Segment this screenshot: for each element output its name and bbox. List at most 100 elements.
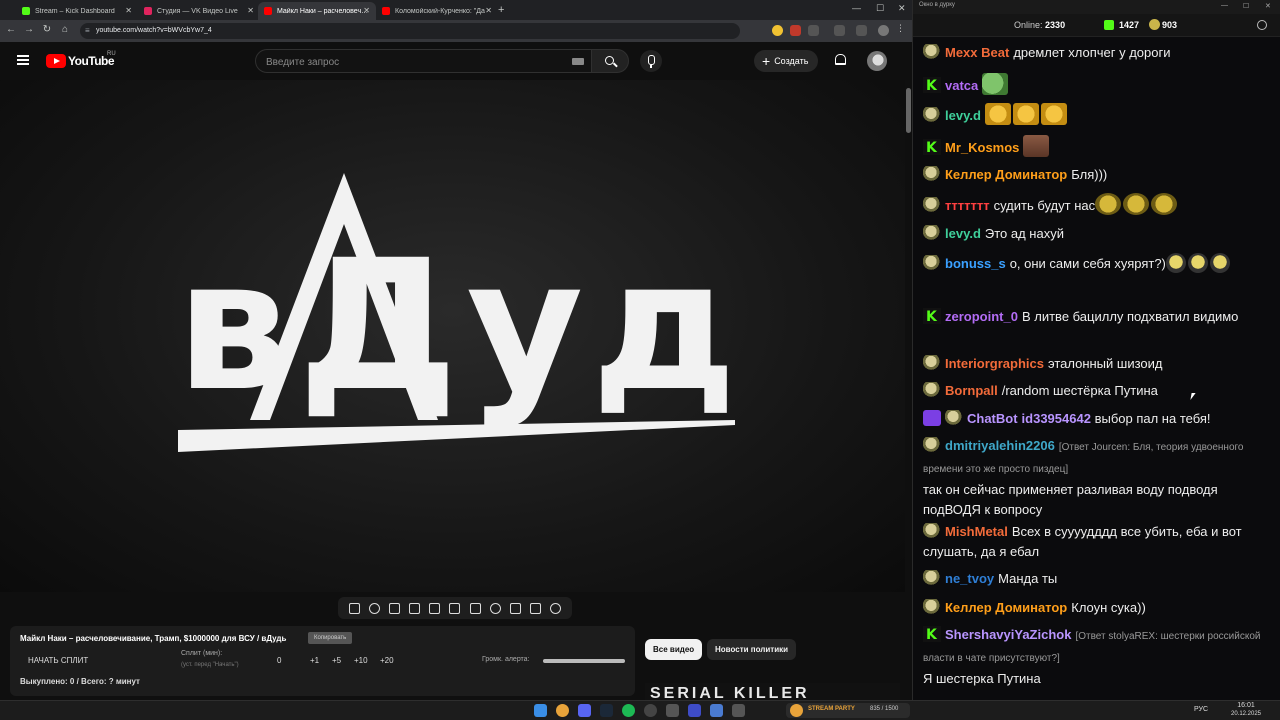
clock-date[interactable]: 20.12.2025	[1226, 711, 1266, 717]
pepe-badge-icon	[923, 107, 941, 123]
keyboard-icon[interactable]	[572, 58, 584, 65]
close-icon[interactable]: ✕	[1265, 2, 1271, 10]
loop-icon[interactable]	[348, 602, 360, 614]
speed-gauge-icon[interactable]	[489, 602, 501, 614]
video-title: Майкл Наки – расчеловечивание, Трамп, $1…	[20, 634, 287, 643]
broadcast-icon[interactable]	[368, 602, 380, 614]
forward-icon[interactable]: →	[22, 24, 36, 35]
input-language[interactable]: РУС	[1194, 706, 1208, 713]
chat-username[interactable]: Bornpall	[945, 383, 998, 398]
minimize-icon[interactable]: —	[1221, 2, 1228, 9]
close-icon[interactable]: ✕	[247, 6, 254, 15]
chip-all-videos[interactable]: Все видео	[645, 639, 703, 660]
add-5-button[interactable]: +5	[332, 656, 341, 665]
new-tab-icon[interactable]: +	[498, 4, 504, 16]
close-icon[interactable]: ✕	[363, 6, 370, 15]
settings-icon[interactable]	[1257, 20, 1267, 30]
reload-icon[interactable]: ↻	[40, 24, 54, 35]
extensions-puzzle-icon[interactable]	[808, 25, 819, 36]
profile-icon[interactable]	[878, 25, 889, 36]
sidepanel-icon[interactable]	[856, 25, 867, 36]
mention[interactable]: id33954642	[1022, 411, 1091, 426]
video-player[interactable]: вДудь	[0, 80, 905, 592]
maximize-icon[interactable]: ☐	[876, 3, 884, 14]
chat-username[interactable]: Келлер Доминатор	[945, 600, 1067, 615]
chat-username[interactable]: levy.d	[945, 108, 981, 123]
avatar[interactable]	[867, 51, 887, 71]
screenshot-camera-icon[interactable]	[530, 602, 542, 614]
chat-username[interactable]: ne_tvoy	[945, 571, 994, 586]
mirror-icon[interactable]	[388, 602, 400, 614]
close-window-icon[interactable]: ✕	[898, 3, 906, 14]
app-icon[interactable]	[688, 704, 701, 717]
discord-icon[interactable]	[578, 704, 591, 717]
create-button[interactable]: + Создать	[754, 50, 819, 72]
add-icon[interactable]	[509, 602, 521, 614]
recommended-thumbnail[interactable]: SERIAL KILLER	[645, 683, 900, 700]
menu-icon[interactable]	[17, 55, 29, 65]
extension-control-bar	[338, 597, 572, 619]
extension-icon[interactable]	[790, 25, 801, 36]
fullscreen-icon[interactable]	[449, 602, 461, 614]
obs-icon[interactable]	[644, 704, 657, 717]
close-icon[interactable]: ✕	[485, 6, 492, 15]
chat-username[interactable]: levy.d	[945, 226, 981, 241]
tab-kick-dashboard[interactable]: Stream – Kick Dashboard ✕	[16, 2, 138, 20]
chat-username[interactable]: dmitriyalehin2206	[945, 438, 1055, 453]
app-icon[interactable]	[666, 704, 679, 717]
more-icon[interactable]: ⋮	[896, 23, 907, 34]
tab-youtube-kolomoisky[interactable]: Коломойский-Курченко: "Да ✕	[376, 2, 498, 20]
back-icon[interactable]: ←	[4, 24, 18, 35]
windows-start-icon[interactable]	[534, 704, 547, 717]
spotify-icon[interactable]	[622, 704, 635, 717]
chat-username[interactable]: MishMetal	[945, 524, 1008, 539]
voice-search-mic-icon[interactable]	[640, 50, 662, 72]
add-1-button[interactable]: +1	[310, 656, 319, 665]
address-bar[interactable]: ≡ youtube.com/watch?v=bWVcbYw7_4	[80, 23, 740, 39]
picture-icon[interactable]	[429, 602, 441, 614]
chat-username[interactable]: Mr_Kosmos	[945, 140, 1019, 155]
chat-username[interactable]: vatca	[945, 78, 978, 93]
chat-username[interactable]: Mexx Beat	[945, 45, 1009, 60]
alert-volume-slider[interactable]	[543, 659, 625, 663]
chat-message: dmitriyalehin2206 [Ответ Jourcen: Бля, те…	[923, 436, 1263, 520]
close-icon[interactable]: ✕	[125, 6, 132, 15]
copy-button[interactable]: Копировать	[308, 632, 353, 644]
app-icon[interactable]	[732, 704, 745, 717]
chat-username[interactable]: bonuss_s	[945, 256, 1006, 271]
cinema-icon[interactable]	[409, 602, 421, 614]
chat-username[interactable]: zeropoint_0	[945, 309, 1018, 324]
home-icon[interactable]: ⌂	[58, 24, 72, 35]
extension-icon[interactable]	[772, 25, 783, 36]
scroll-thumb[interactable]	[906, 88, 911, 133]
chat-app-icon[interactable]	[710, 704, 723, 717]
stream-party-widget[interactable]: STREAM PARTY 835 / 1500	[786, 703, 910, 718]
filmstrip-icon[interactable]	[469, 602, 481, 614]
add-20-button[interactable]: +20	[380, 656, 394, 665]
download-icon[interactable]	[834, 25, 845, 36]
chat-username[interactable]: ShershavyiYaZichok	[945, 627, 1071, 642]
search-input[interactable]	[266, 55, 556, 69]
minimize-icon[interactable]: —	[852, 3, 861, 13]
chat-text: дремлет хлопчег у дороги	[1013, 45, 1171, 60]
youtube-logo-icon[interactable]	[46, 54, 66, 68]
gear-icon[interactable]	[550, 602, 562, 614]
split-value[interactable]: 0	[277, 656, 281, 665]
steam-icon[interactable]	[600, 704, 613, 717]
chrome-icon[interactable]	[556, 704, 569, 717]
start-split-button[interactable]: НАЧАТЬ СПЛИТ	[28, 656, 88, 665]
maximize-icon[interactable]: ☐	[1243, 2, 1249, 10]
chat-username[interactable]: Келлер Доминатор	[945, 167, 1067, 182]
chat-username[interactable]: Interiorgraphics	[945, 356, 1044, 371]
site-info-icon[interactable]: ≡	[85, 26, 90, 35]
chat-username[interactable]: ChatBot	[967, 411, 1018, 426]
tab-vk-studio[interactable]: Студия — VK Видео Live ✕	[138, 2, 260, 20]
chip-politics-news[interactable]: Новости политики	[707, 639, 797, 660]
search-button[interactable]	[591, 49, 629, 73]
chat-username[interactable]: ттттттт	[945, 198, 990, 213]
clock-time[interactable]: 16:01	[1226, 702, 1266, 709]
add-10-button[interactable]: +10	[354, 656, 368, 665]
tab-youtube-naki[interactable]: Майкл Наки – расчеловечивание ✕	[258, 2, 376, 20]
page-scrollbar[interactable]	[905, 80, 912, 700]
notifications-bell-icon[interactable]	[835, 54, 846, 65]
